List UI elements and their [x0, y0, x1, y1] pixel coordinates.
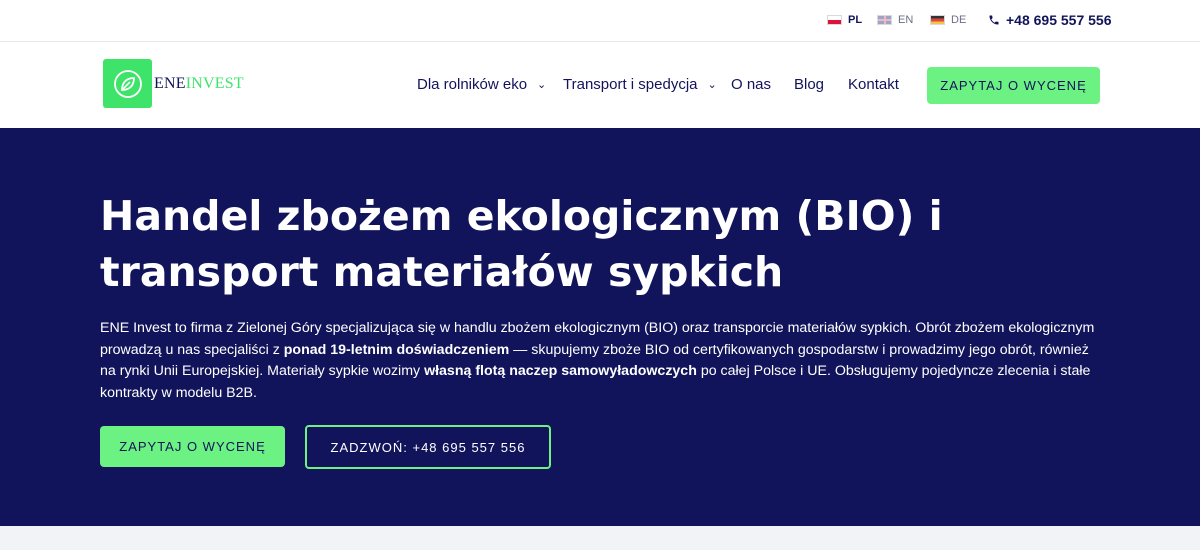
- chevron-down-icon: ⌄: [537, 79, 547, 91]
- hero-call-button[interactable]: ZADZWOŃ: +48 695 557 556: [305, 425, 551, 469]
- nav-label: Kontakt: [848, 76, 899, 93]
- nav-item-kontakt[interactable]: Kontakt: [848, 76, 899, 93]
- lang-switch-en[interactable]: EN: [877, 14, 913, 26]
- nav-label: O nas: [731, 76, 772, 93]
- hero-section: Handel zbożem ekologicznym (BIO) i trans…: [0, 128, 1200, 526]
- header-quote-button[interactable]: ZAPYTAJ O WYCENĘ: [927, 67, 1100, 104]
- chevron-down-icon: ⌄: [707, 79, 717, 91]
- pl-flag-icon: [827, 15, 842, 25]
- hero-quote-button[interactable]: ZAPYTAJ O WYCENĘ: [100, 426, 285, 467]
- top-bar: PL EN DE +48 695 557 556: [0, 0, 1200, 42]
- nav-item-transport-i-spedycja[interactable]: Transport i spedycja ⌄: [563, 76, 717, 93]
- logo-mark[interactable]: [103, 59, 152, 108]
- lang-label-de: DE: [951, 14, 967, 26]
- nav-label: Dla rolników eko: [417, 76, 528, 93]
- nav-item-o-nas[interactable]: O nas: [731, 76, 771, 93]
- uk-flag-icon: [877, 15, 892, 25]
- nav-label: Blog: [794, 76, 825, 93]
- hero-title: Handel zbożem ekologicznym (BIO) i trans…: [100, 192, 943, 296]
- logo-wordmark[interactable]: ENEINVEST: [154, 75, 244, 93]
- leaf-icon: [113, 69, 142, 98]
- lang-label-pl: PL: [848, 14, 863, 26]
- lang-label-en: EN: [898, 14, 914, 26]
- de-flag-icon: [930, 15, 945, 25]
- next-section-strip: [0, 526, 1200, 550]
- logo-text-invest: INVEST: [185, 75, 244, 92]
- lang-switch-pl[interactable]: PL: [827, 14, 862, 26]
- hero-description: ENE Invest to firma z Zielonej Góry spec…: [100, 318, 1100, 404]
- top-phone-number: +48 695 557 556: [1006, 12, 1112, 28]
- nav-item-blog[interactable]: Blog: [794, 76, 824, 93]
- nav-item-dla-rolnikow-eko[interactable]: Dla rolników eko ⌄: [417, 76, 546, 93]
- phone-icon: [989, 15, 999, 25]
- hero-text-bold: ponad 19-letnim doświadczeniem: [283, 341, 510, 358]
- hero-text-bold: własną flotą naczep samowyładowczych: [424, 363, 697, 380]
- logo-text-ene: ENE: [154, 75, 186, 92]
- main-header: ENEINVEST Dla rolników eko ⌄ Transport i…: [0, 42, 1200, 128]
- top-phone-link[interactable]: +48 695 557 556: [988, 12, 1112, 28]
- nav-label: Transport i spedycja: [563, 76, 698, 93]
- lang-switch-de[interactable]: DE: [930, 14, 966, 26]
